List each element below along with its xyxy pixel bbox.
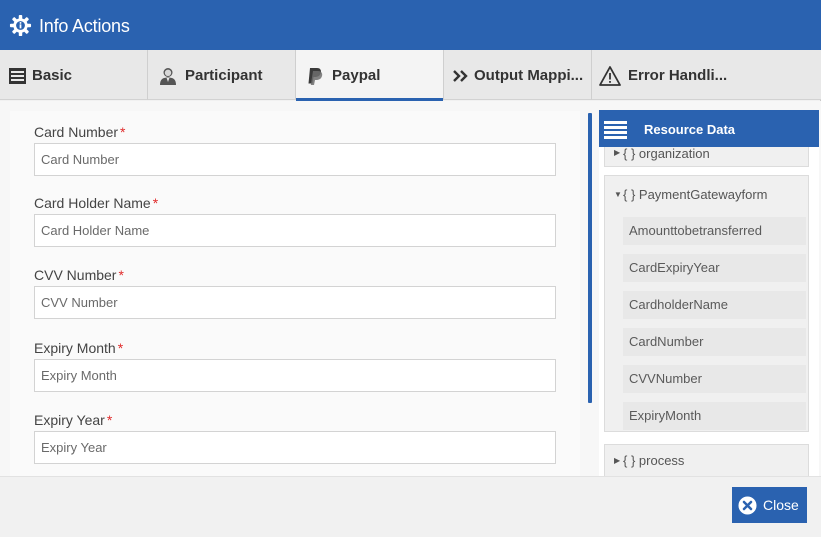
required-marker: *	[152, 195, 159, 211]
cvv-number-label: CVV Number *	[34, 267, 124, 283]
expiry-month-label: Expiry Month *	[34, 340, 124, 356]
user-icon	[160, 68, 176, 85]
tree-leaf-amount[interactable]: Amounttobetransferred	[623, 217, 806, 245]
tree-node-label: { } process	[623, 453, 685, 468]
dialog-footer: Close	[0, 476, 821, 537]
tab-participant-label: Participant	[185, 67, 263, 84]
double-chevron-icon	[453, 70, 468, 82]
card-holder-name-label: Card Holder Name *	[34, 195, 159, 211]
tab-basic[interactable]: Basic	[0, 50, 148, 100]
tree-leaf-card-expiry-year[interactable]: CardExpiryYear	[623, 254, 806, 282]
tree-leaf-expiry-month[interactable]: ExpiryMonth	[623, 402, 806, 430]
required-marker: *	[118, 267, 124, 283]
tab-error-handling[interactable]: Error Handli...	[592, 50, 821, 100]
list-icon	[604, 121, 627, 139]
caret-down-icon: ▼	[614, 190, 622, 199]
caret-right-icon: ▶	[614, 148, 621, 157]
gear-info-icon	[9, 14, 32, 37]
close-button[interactable]: Close	[732, 487, 807, 523]
resource-data-title: Resource Data	[644, 122, 736, 137]
tab-output-mapping-label: Output Mappi...	[474, 67, 584, 84]
close-circle-icon	[738, 496, 757, 515]
tree-leaf-cvv-number[interactable]: CVVNumber	[623, 365, 806, 393]
dialog-titlebar: Info Actions	[0, 0, 821, 50]
close-button-label: Close	[763, 497, 799, 513]
tab-paypal[interactable]: Paypal	[296, 50, 444, 101]
dialog-title: Info Actions	[39, 16, 130, 36]
tab-paypal-label: Paypal	[332, 67, 381, 84]
paypal-form: Card Number* Card Holder Name* CVV Numbe…	[10, 111, 580, 476]
warning-icon	[599, 66, 621, 86]
tree-leaf-card-number[interactable]: CardNumber	[623, 328, 806, 356]
caret-right-icon: ▶	[614, 456, 621, 465]
form-icon	[9, 68, 26, 84]
paypal-icon	[308, 68, 323, 85]
expiry-month-input[interactable]	[34, 359, 556, 392]
tree-leaf-cardholder-name[interactable]: CardholderName	[623, 291, 806, 319]
tree-node-process[interactable]: ▶ { } process	[604, 444, 809, 476]
cvv-number-input[interactable]	[34, 286, 556, 319]
card-number-label: Card Number *	[34, 124, 126, 140]
resource-data-panel: Resource Data ▶ { } organization ▼ { } P…	[599, 110, 819, 476]
required-marker: *	[117, 340, 124, 356]
tab-participant[interactable]: Participant	[148, 50, 296, 100]
card-holder-name-input[interactable]	[34, 214, 556, 247]
tab-error-handling-label: Error Handli...	[628, 67, 728, 84]
dialog-content: Card Number* Card Holder Name* CVV Numbe…	[0, 101, 821, 476]
tab-output-mapping[interactable]: Output Mappi...	[444, 50, 592, 100]
tab-bar: Basic Participant Paypal Output Mappi...…	[0, 50, 821, 101]
expiry-year-label: Expiry Year *	[34, 412, 113, 428]
required-marker: *	[106, 412, 113, 428]
panel-splitter[interactable]	[588, 113, 592, 403]
tree-node-label: { } PaymentGatewayform	[623, 187, 768, 202]
tab-basic-label: Basic	[32, 67, 73, 84]
tree-node-payment-gateway-form[interactable]: ▼ { } PaymentGatewayform Amounttobetrans…	[604, 175, 809, 432]
resource-data-header: Resource Data	[599, 110, 819, 147]
tree-node-label: { } organization	[623, 146, 710, 161]
card-number-input[interactable]	[34, 143, 556, 176]
info-actions-dialog: Info Actions Basic Participant Paypal Ou…	[0, 0, 821, 537]
expiry-year-input[interactable]	[34, 431, 556, 464]
required-marker: *	[120, 124, 126, 140]
